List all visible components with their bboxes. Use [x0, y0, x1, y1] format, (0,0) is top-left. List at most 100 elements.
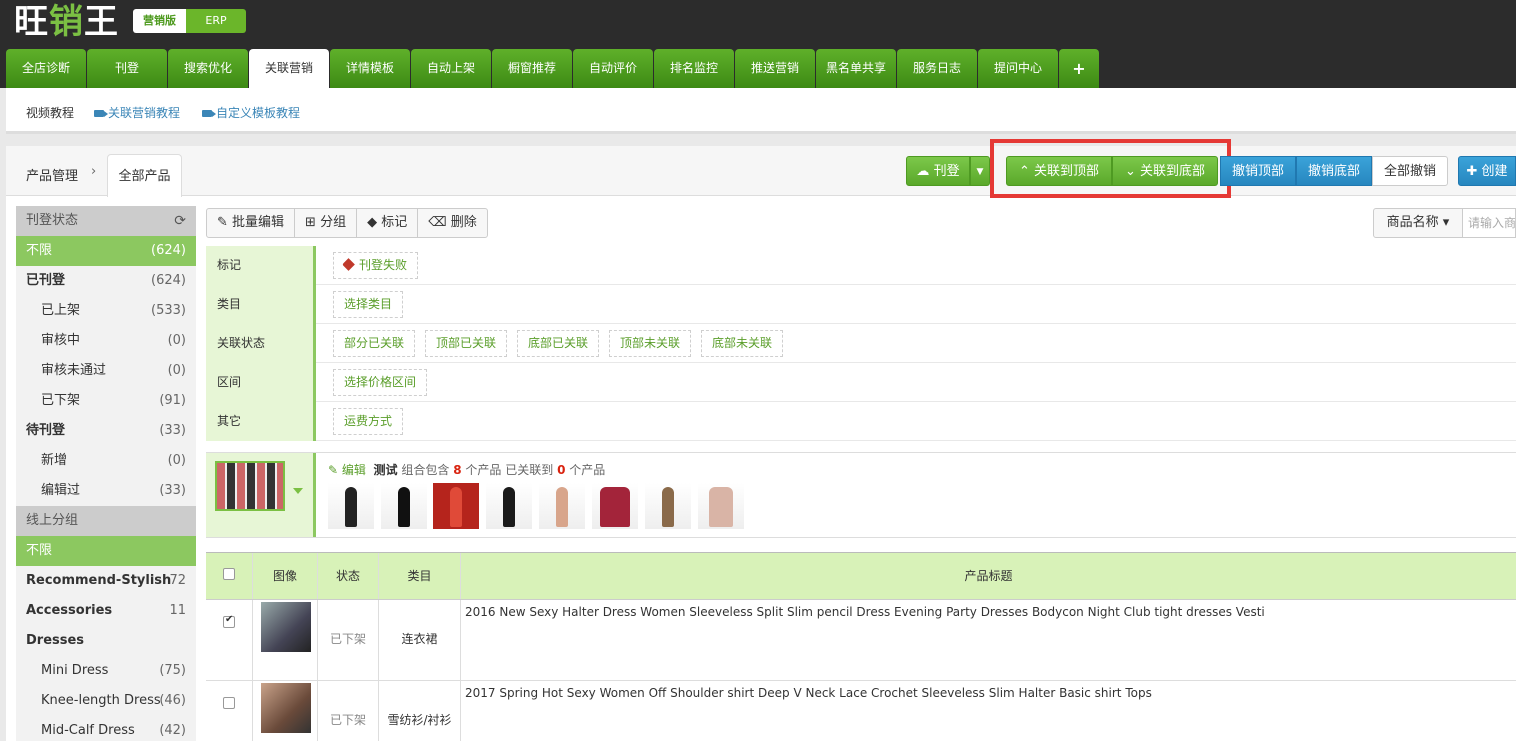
- refresh-icon[interactable]: ⟳: [174, 206, 186, 236]
- publish-status-header: 刊登状态 ⟳: [16, 206, 196, 236]
- related-marketing-tutorial-link[interactable]: 关联营销教程: [94, 104, 180, 121]
- batch-toolbar: ✎ 批量编辑 ⊞ 分组 ◆ 标记 ⌫ 删除: [206, 208, 488, 238]
- row-image-cell: [253, 600, 318, 680]
- group-product-image[interactable]: [433, 483, 479, 529]
- add-tab-icon[interactable]: +: [1059, 49, 1099, 88]
- product-group-panel: ✎ 编辑 测试 组合包含 8 个产品 已关联到 0 个产品: [206, 452, 1516, 538]
- sidebar-item-on-shelf[interactable]: 已上架 (533): [16, 296, 196, 326]
- column-header-status: 状态: [318, 553, 379, 599]
- group-info: ✎ 编辑 测试 组合包含 8 个产品 已关联到 0 个产品: [328, 463, 606, 477]
- row-product-title[interactable]: 2016 New Sexy Halter Dress Women Sleevel…: [465, 605, 1265, 619]
- delete-button[interactable]: ⌫ 删除: [418, 209, 487, 237]
- group-product-image[interactable]: [486, 483, 532, 529]
- group-product-image[interactable]: [328, 483, 374, 529]
- filter-chip-bottom-related[interactable]: 底部已关联: [517, 330, 600, 357]
- column-header-category: 类目: [379, 553, 461, 599]
- tab-window-recommend[interactable]: 橱窗推荐: [492, 49, 572, 88]
- caret-down-icon[interactable]: [293, 488, 303, 494]
- top-bar: 旺销王 营销版 ERP 全店诊断 刊登 搜索优化 关联营销 详情模板 自动上架 …: [0, 0, 1516, 88]
- sidebar-item-accessories[interactable]: Accessories 11: [16, 596, 196, 626]
- sidebar-item-status-all[interactable]: 不限 (624): [16, 236, 196, 266]
- logo[interactable]: 旺销王: [14, 0, 119, 43]
- filter-chip-price-range[interactable]: 选择价格区间: [333, 369, 428, 396]
- row-checkbox[interactable]: [223, 614, 235, 628]
- batch-edit-button[interactable]: ✎ 批量编辑: [207, 209, 296, 237]
- video-camera-icon: [94, 110, 108, 117]
- cancel-all-button[interactable]: 全部撤销: [1372, 156, 1448, 186]
- tab-push-marketing[interactable]: 推送营销: [735, 49, 815, 88]
- sidebar-item-reviewing[interactable]: 审核中 (0): [16, 326, 196, 356]
- create-button[interactable]: ✚ 创建: [1458, 156, 1516, 186]
- tab-question-center[interactable]: 提问中心: [978, 49, 1058, 88]
- table-row[interactable]: 已下架 连衣裙 2016 New Sexy Halter Dress Women…: [206, 600, 1516, 681]
- filter-chip-top-related[interactable]: 顶部已关联: [425, 330, 508, 357]
- tab-service-log[interactable]: 服务日志: [897, 49, 977, 88]
- filter-chip-select-category[interactable]: 选择类目: [333, 291, 404, 318]
- sidebar-item-new[interactable]: 新增 (0): [16, 446, 196, 476]
- sidebar-item-off-shelf[interactable]: 已下架 (91): [16, 386, 196, 416]
- group-product-image[interactable]: [539, 483, 585, 529]
- tab-search-optimize[interactable]: 搜索优化: [168, 49, 248, 88]
- row-image-cell: [253, 681, 318, 741]
- sidebar-item-mini-dress[interactable]: Mini Dress (75): [16, 656, 196, 686]
- tab-blacklist-share[interactable]: 黑名单共享: [816, 49, 896, 88]
- sidebar-item-pending[interactable]: 待刊登 (33): [16, 416, 196, 446]
- sidebar: 刊登状态 ⟳ 不限 (624) 已刊登 (624) 已上架 (533) 审核中 (0) 审…: [16, 206, 196, 741]
- tab-detail-template[interactable]: 详情模板: [330, 49, 410, 88]
- filter-row-mark: 标记 刊登失败: [206, 246, 1516, 285]
- cancel-bottom-button[interactable]: 撤销底部: [1296, 156, 1372, 186]
- version-marketing-button[interactable]: 营销版: [133, 9, 186, 33]
- tab-publish[interactable]: 刊登: [87, 49, 167, 88]
- filter-row-relation: 关联状态 部分已关联 顶部已关联 底部已关联 顶部未关联 底部未关联: [206, 324, 1516, 363]
- search-field-select[interactable]: 商品名称 ▾: [1373, 208, 1463, 238]
- filter-row-other: 其它 运费方式: [206, 402, 1516, 441]
- breadcrumb-separator-icon: ›: [91, 164, 97, 179]
- table-row[interactable]: 已下架 雪纺衫/衬衫 2017 Spring Hot Sexy Women Of…: [206, 681, 1516, 741]
- sidebar-item-knee-length-dress[interactable]: Knee-length Dress (46): [16, 686, 196, 716]
- search-input[interactable]: 请输入商: [1462, 208, 1516, 238]
- row-product-title[interactable]: 2017 Spring Hot Sexy Women Off Shoulder …: [465, 686, 1152, 700]
- filter-chip-shipping[interactable]: 运费方式: [333, 408, 404, 435]
- tab-related-marketing[interactable]: 关联营销: [249, 49, 329, 88]
- breadcrumb: 产品管理 › 全部产品 ☁ 刊登 ▼ ⌃ 关联到顶部 ⌄ 关联到底部 撤销顶部 …: [6, 139, 1516, 198]
- row-checkbox[interactable]: [223, 697, 235, 709]
- filter-chip-publish-failed[interactable]: 刊登失败: [333, 252, 419, 279]
- tab-auto-review[interactable]: 自动评价: [573, 49, 653, 88]
- select-all-checkbox[interactable]: [223, 568, 235, 580]
- row-status: 已下架: [318, 681, 379, 741]
- custom-template-tutorial-link[interactable]: 自定义模板教程: [202, 104, 300, 121]
- main-panel: 产品管理 › 全部产品 ☁ 刊登 ▼ ⌃ 关联到顶部 ⌄ 关联到底部 撤销顶部 …: [6, 139, 1516, 741]
- online-group-header: 线上分组: [16, 506, 196, 536]
- sidebar-item-group-all[interactable]: 不限: [16, 536, 196, 566]
- tag-button[interactable]: ◆ 标记: [357, 209, 419, 237]
- row-category: 雪纺衫/衬衫: [379, 681, 461, 741]
- group-product-image[interactable]: [381, 483, 427, 529]
- product-thumbnail[interactable]: [261, 683, 311, 733]
- sidebar-item-edited[interactable]: 编辑过 (33): [16, 476, 196, 506]
- group-product-image[interactable]: [698, 483, 744, 529]
- filter-chip-partial-related[interactable]: 部分已关联: [333, 330, 416, 357]
- group-product-image[interactable]: [592, 483, 638, 529]
- tab-auto-listing[interactable]: 自动上架: [411, 49, 491, 88]
- version-erp-button[interactable]: ERP: [186, 9, 246, 33]
- group-product-image[interactable]: [645, 483, 691, 529]
- filter-label: 标记: [206, 246, 316, 285]
- tab-rank-monitor[interactable]: 排名监控: [654, 49, 734, 88]
- publish-button[interactable]: ☁ 刊登: [906, 156, 970, 186]
- sidebar-item-published[interactable]: 已刊登 (624): [16, 266, 196, 296]
- sidebar-item-mid-calf-dress[interactable]: Mid-Calf Dress (42): [16, 716, 196, 741]
- sidebar-item-dresses[interactable]: Dresses: [16, 626, 196, 656]
- group-selector[interactable]: [206, 453, 316, 537]
- sidebar-item-review-failed[interactable]: 审核未通过 (0): [16, 356, 196, 386]
- product-thumbnail[interactable]: [261, 602, 311, 652]
- edit-group-link[interactable]: ✎ 编辑: [328, 463, 366, 477]
- group-button[interactable]: ⊞ 分组: [295, 209, 358, 237]
- filter-chip-top-unrelated[interactable]: 顶部未关联: [609, 330, 692, 357]
- breadcrumb-product-management[interactable]: 产品管理: [26, 165, 78, 184]
- sidebar-item-recommend-stylish[interactable]: Recommend-Stylish 72: [16, 566, 196, 596]
- tab-store-diagnosis[interactable]: 全店诊断: [6, 49, 86, 88]
- publish-dropdown-chevron-down-icon[interactable]: ▼: [970, 156, 990, 186]
- filter-chip-bottom-unrelated[interactable]: 底部未关联: [701, 330, 784, 357]
- breadcrumb-all-products-tab[interactable]: 全部产品: [107, 154, 182, 197]
- cancel-top-button[interactable]: 撤销顶部: [1220, 156, 1296, 186]
